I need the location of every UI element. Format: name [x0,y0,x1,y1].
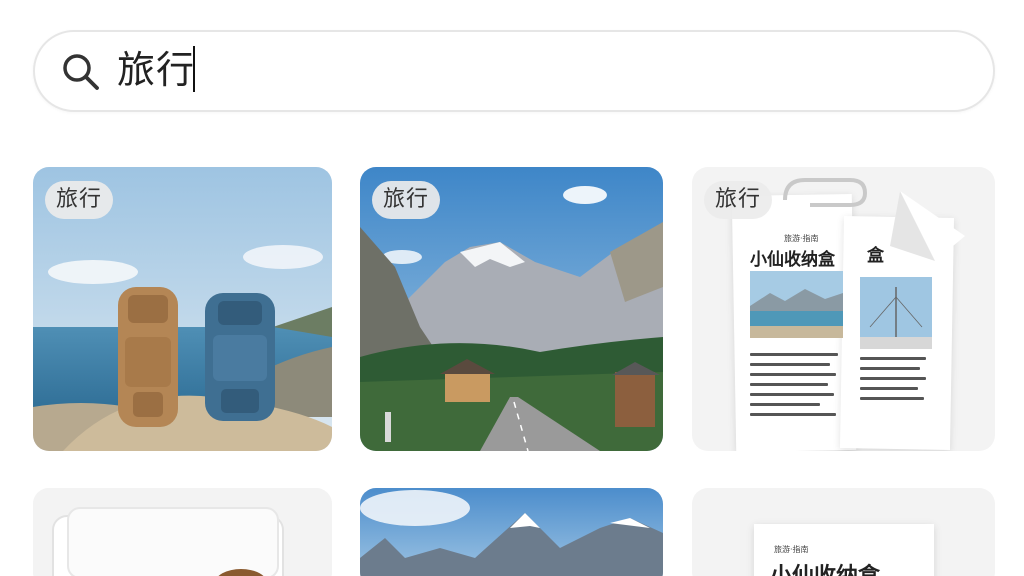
text-caret [193,46,195,92]
document-title: 小仙收纳盒 [750,250,835,270]
text-line [860,367,920,370]
document-side-char: 盒 [867,246,884,266]
text-line [750,373,836,376]
result-card-backpacks[interactable]: 旅行 [33,167,332,451]
text-line [750,413,836,416]
paper-clip-icon [783,178,868,207]
app-screen: 旅行 旅行 旅行 旅游·指南 小仙收纳盒 盒 旅行 旅游·指南 [0,0,1024,576]
document-header: 旅游·指南 [774,545,809,554]
document-photo-tower [860,277,932,349]
mountains-image [360,488,663,576]
category-tag: 旅行 [45,181,114,219]
category-tag: 旅行 [704,181,773,219]
text-line [860,377,926,380]
result-card-document[interactable]: 旅游·指南 小仙收纳盒 盒 旅行 [692,167,995,451]
document-photo-lake [750,271,843,338]
result-card-mountain-road[interactable]: 旅行 [360,167,663,451]
search-input[interactable]: 旅行 [117,44,195,96]
text-line [860,357,926,360]
text-line [750,403,820,406]
result-card-mountains[interactable] [360,488,663,576]
text-line [860,397,924,400]
text-line [750,353,838,356]
document-title: 小仙收纳盒 [770,558,880,576]
text-line [750,363,830,366]
folded-corner [890,191,965,261]
text-line [860,387,918,390]
text-line [750,383,828,386]
result-card-folder[interactable] [33,488,332,576]
folder-image [33,488,332,576]
text-line [750,393,834,396]
category-tag: 旅行 [372,181,441,219]
document-header: 旅游·指南 [784,234,819,243]
search-icon[interactable] [60,51,100,91]
result-card-document-2[interactable]: 旅游·指南 小仙收纳盒 [692,488,995,576]
